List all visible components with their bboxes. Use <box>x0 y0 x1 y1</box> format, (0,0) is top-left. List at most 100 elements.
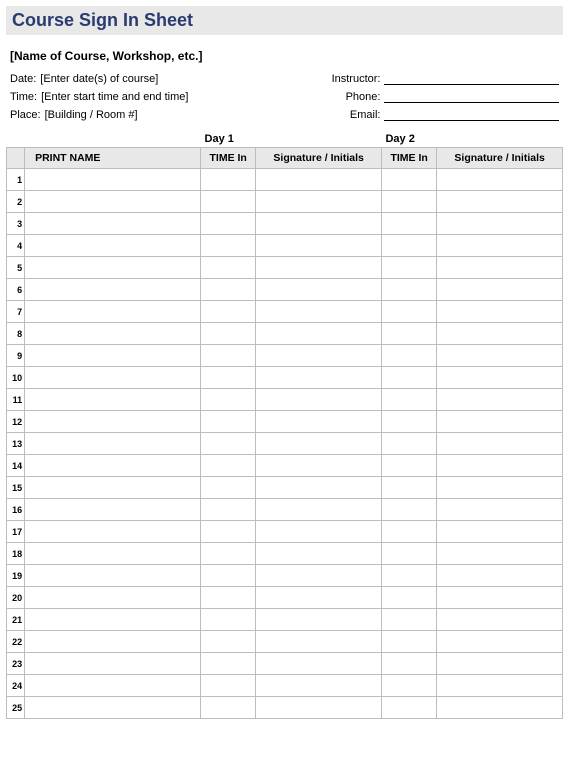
day1-signature-cell[interactable] <box>256 411 382 433</box>
day1-timein-cell[interactable] <box>201 213 256 235</box>
print-name-cell[interactable] <box>25 609 201 631</box>
day2-timein-cell[interactable] <box>381 697 436 719</box>
day2-signature-cell[interactable] <box>437 631 563 653</box>
day2-timein-cell[interactable] <box>381 455 436 477</box>
day1-signature-cell[interactable] <box>256 345 382 367</box>
day1-timein-cell[interactable] <box>201 367 256 389</box>
day1-signature-cell[interactable] <box>256 213 382 235</box>
day2-signature-cell[interactable] <box>437 433 563 455</box>
day2-timein-cell[interactable] <box>381 235 436 257</box>
day1-signature-cell[interactable] <box>256 477 382 499</box>
day2-timein-cell[interactable] <box>381 499 436 521</box>
print-name-cell[interactable] <box>25 411 201 433</box>
day1-timein-cell[interactable] <box>201 675 256 697</box>
day2-signature-cell[interactable] <box>437 213 563 235</box>
day1-timein-cell[interactable] <box>201 653 256 675</box>
day2-signature-cell[interactable] <box>437 411 563 433</box>
day1-timein-cell[interactable] <box>201 521 256 543</box>
day1-signature-cell[interactable] <box>256 675 382 697</box>
day1-timein-cell[interactable] <box>201 697 256 719</box>
day1-timein-cell[interactable] <box>201 565 256 587</box>
day2-timein-cell[interactable] <box>381 477 436 499</box>
day1-timein-cell[interactable] <box>201 169 256 191</box>
day2-signature-cell[interactable] <box>437 565 563 587</box>
day1-timein-cell[interactable] <box>201 279 256 301</box>
day2-signature-cell[interactable] <box>437 257 563 279</box>
day2-timein-cell[interactable] <box>381 631 436 653</box>
day2-timein-cell[interactable] <box>381 389 436 411</box>
instructor-field[interactable] <box>384 71 559 85</box>
print-name-cell[interactable] <box>25 389 201 411</box>
day2-signature-cell[interactable] <box>437 235 563 257</box>
print-name-cell[interactable] <box>25 697 201 719</box>
day2-timein-cell[interactable] <box>381 609 436 631</box>
day1-signature-cell[interactable] <box>256 499 382 521</box>
day1-timein-cell[interactable] <box>201 631 256 653</box>
day1-timein-cell[interactable] <box>201 543 256 565</box>
print-name-cell[interactable] <box>25 301 201 323</box>
print-name-cell[interactable] <box>25 191 201 213</box>
email-field[interactable] <box>384 107 559 121</box>
day1-timein-cell[interactable] <box>201 301 256 323</box>
day2-timein-cell[interactable] <box>381 323 436 345</box>
day2-timein-cell[interactable] <box>381 587 436 609</box>
print-name-cell[interactable] <box>25 499 201 521</box>
day2-signature-cell[interactable] <box>437 455 563 477</box>
print-name-cell[interactable] <box>25 323 201 345</box>
day2-signature-cell[interactable] <box>437 609 563 631</box>
day2-signature-cell[interactable] <box>437 345 563 367</box>
day2-signature-cell[interactable] <box>437 323 563 345</box>
print-name-cell[interactable] <box>25 477 201 499</box>
day1-timein-cell[interactable] <box>201 587 256 609</box>
day2-signature-cell[interactable] <box>437 587 563 609</box>
day1-signature-cell[interactable] <box>256 697 382 719</box>
day1-signature-cell[interactable] <box>256 565 382 587</box>
day1-timein-cell[interactable] <box>201 323 256 345</box>
print-name-cell[interactable] <box>25 653 201 675</box>
day2-signature-cell[interactable] <box>437 653 563 675</box>
day1-timein-cell[interactable] <box>201 411 256 433</box>
day1-timein-cell[interactable] <box>201 345 256 367</box>
print-name-cell[interactable] <box>25 345 201 367</box>
day1-signature-cell[interactable] <box>256 609 382 631</box>
day1-timein-cell[interactable] <box>201 609 256 631</box>
day1-signature-cell[interactable] <box>256 191 382 213</box>
day2-timein-cell[interactable] <box>381 411 436 433</box>
day2-signature-cell[interactable] <box>437 477 563 499</box>
day2-timein-cell[interactable] <box>381 675 436 697</box>
day2-timein-cell[interactable] <box>381 367 436 389</box>
day1-signature-cell[interactable] <box>256 301 382 323</box>
day1-signature-cell[interactable] <box>256 521 382 543</box>
day1-signature-cell[interactable] <box>256 543 382 565</box>
print-name-cell[interactable] <box>25 169 201 191</box>
print-name-cell[interactable] <box>25 521 201 543</box>
day2-signature-cell[interactable] <box>437 521 563 543</box>
print-name-cell[interactable] <box>25 367 201 389</box>
day2-timein-cell[interactable] <box>381 433 436 455</box>
print-name-cell[interactable] <box>25 587 201 609</box>
day2-signature-cell[interactable] <box>437 389 563 411</box>
day2-signature-cell[interactable] <box>437 191 563 213</box>
day1-signature-cell[interactable] <box>256 257 382 279</box>
print-name-cell[interactable] <box>25 213 201 235</box>
print-name-cell[interactable] <box>25 543 201 565</box>
day2-timein-cell[interactable] <box>381 543 436 565</box>
day1-signature-cell[interactable] <box>256 433 382 455</box>
day2-signature-cell[interactable] <box>437 279 563 301</box>
day1-timein-cell[interactable] <box>201 257 256 279</box>
day2-timein-cell[interactable] <box>381 301 436 323</box>
day2-timein-cell[interactable] <box>381 191 436 213</box>
print-name-cell[interactable] <box>25 565 201 587</box>
phone-field[interactable] <box>384 89 559 103</box>
day2-signature-cell[interactable] <box>437 543 563 565</box>
print-name-cell[interactable] <box>25 455 201 477</box>
day1-signature-cell[interactable] <box>256 235 382 257</box>
day1-signature-cell[interactable] <box>256 389 382 411</box>
day1-timein-cell[interactable] <box>201 191 256 213</box>
day1-signature-cell[interactable] <box>256 653 382 675</box>
day2-signature-cell[interactable] <box>437 697 563 719</box>
day2-timein-cell[interactable] <box>381 257 436 279</box>
day1-timein-cell[interactable] <box>201 433 256 455</box>
day2-timein-cell[interactable] <box>381 565 436 587</box>
day2-timein-cell[interactable] <box>381 653 436 675</box>
